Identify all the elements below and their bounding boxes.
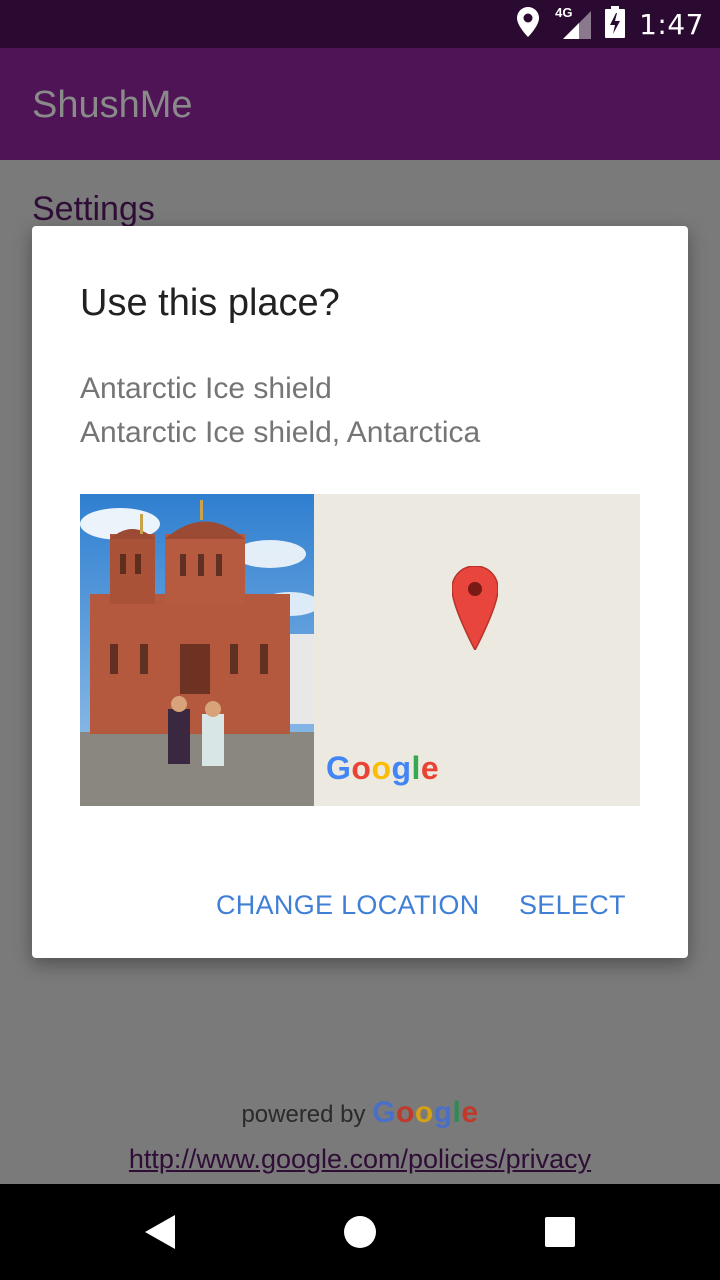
place-photo	[80, 494, 314, 806]
map-pin-icon	[451, 565, 499, 655]
place-name: Antarctic Ice shield	[80, 372, 332, 405]
settings-section-label: Settings	[32, 190, 155, 228]
location-map[interactable]: Google	[314, 494, 640, 806]
signal-icon: 4G	[553, 5, 592, 39]
dialog-title: Use this place?	[80, 282, 340, 324]
change-location-button[interactable]: CHANGE LOCATION	[216, 890, 480, 921]
status-bar: 4G 1:47	[0, 0, 720, 48]
powered-by-brand: Google	[372, 1096, 479, 1129]
powered-by-prefix: powered by	[241, 1101, 366, 1128]
location-icon	[517, 6, 540, 42]
navigation-bar	[0, 1184, 720, 1280]
status-icons: 4G 1:47	[517, 0, 704, 48]
powered-by-google: powered by Google	[0, 1096, 720, 1130]
app-title: ShushMe	[32, 84, 193, 126]
app-bar: ShushMe	[0, 48, 720, 160]
place-address: Antarctic Ice shield, Antarctica	[80, 416, 481, 449]
privacy-policy-link[interactable]: http://www.google.com/policies/privacy	[0, 1144, 720, 1175]
select-button[interactable]: SELECT	[519, 890, 626, 921]
home-icon[interactable]	[312, 1184, 408, 1280]
recents-icon[interactable]	[512, 1184, 608, 1280]
battery-charging-icon	[605, 5, 626, 43]
google-map-logo: Google	[326, 750, 440, 786]
clock: 1:47	[639, 7, 704, 41]
use-place-dialog: Use this place? Antarctic Ice shield Ant…	[32, 226, 688, 958]
back-icon[interactable]	[112, 1184, 208, 1280]
